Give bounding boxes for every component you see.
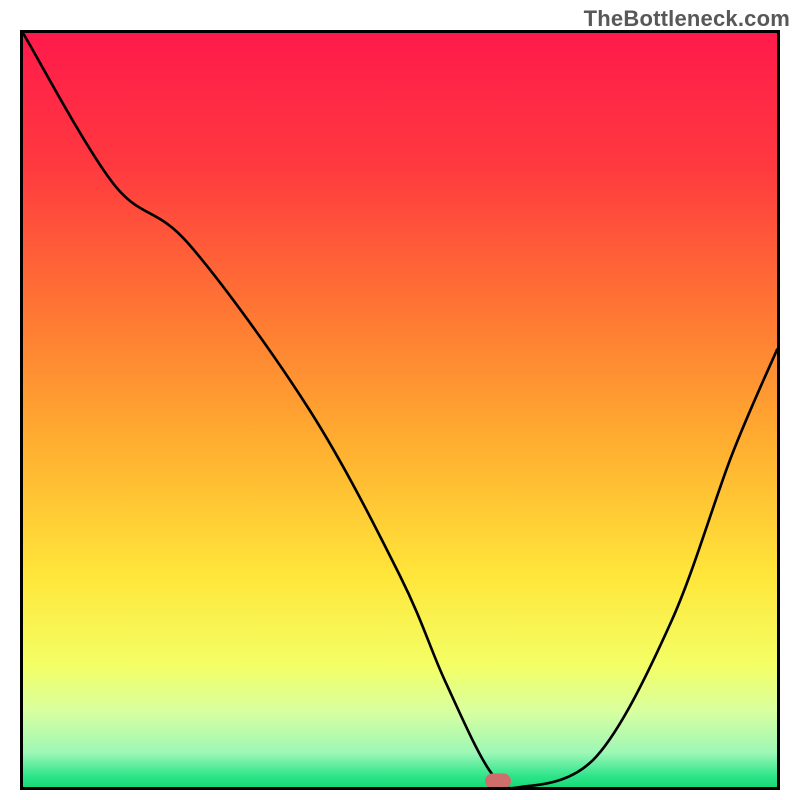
optimal-marker: [485, 773, 511, 788]
watermark-text: TheBottleneck.com: [584, 6, 790, 32]
plot-area: [20, 30, 780, 790]
background-gradient: [23, 33, 777, 787]
chart-stage: TheBottleneck.com: [0, 0, 800, 800]
